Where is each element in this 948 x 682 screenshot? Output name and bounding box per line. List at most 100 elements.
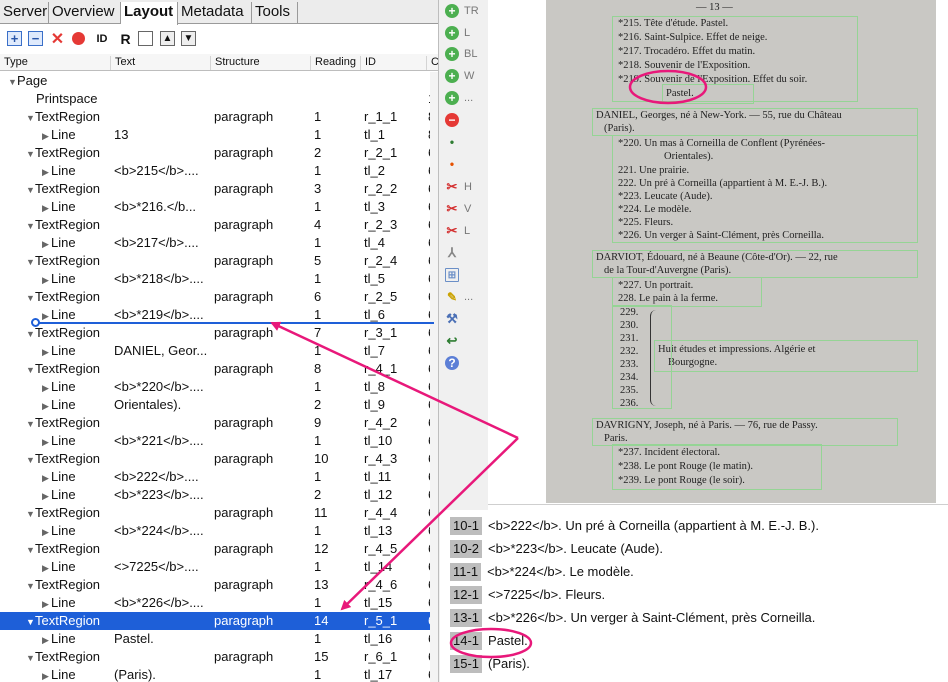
add-tool-0[interactable]: + TR (445, 2, 487, 20)
tree-row-line[interactable]: ▶LinePastel.1tl_166 (0, 630, 434, 649)
remove-icon[interactable] (71, 31, 86, 46)
collapsed-toggle-icon[interactable]: ▶ (42, 199, 51, 217)
tree-row-line[interactable]: ▶Line<b>*216.</b...1tl_36 (0, 198, 434, 217)
tree-row-line[interactable]: ▶Line<b>*218</b>....1tl_56 (0, 270, 434, 289)
region-box[interactable] (592, 418, 898, 446)
expanded-toggle-icon[interactable]: ▼ (26, 505, 35, 523)
col-type[interactable]: Type (0, 56, 110, 70)
tree-row-textregion[interactable]: ▼TextRegionparagraph15r_6_16 (0, 648, 434, 667)
tree-row-line[interactable]: ▶Line131tl_18 (0, 126, 434, 145)
add-point-tool-6[interactable]: • (445, 133, 487, 151)
move-up-icon[interactable]: ▲ (160, 31, 175, 46)
tree-row-line[interactable]: ▶Line<b>215</b>....1tl_26 (0, 162, 434, 181)
split-tool-10[interactable]: ✂ L (445, 222, 487, 240)
expanded-toggle-icon[interactable]: ▼ (26, 649, 35, 667)
transcription-line[interactable]: 15-1 (Paris). (450, 654, 530, 674)
collapsed-toggle-icon[interactable]: ▶ (42, 487, 51, 505)
tree-scrollbar[interactable] (430, 72, 438, 682)
add-tool-1[interactable]: + L (445, 24, 487, 42)
transcription-text[interactable]: (Paris). (488, 656, 530, 671)
tree-row-textregion[interactable]: ▼TextRegionparagraph1r_1_18 (0, 108, 434, 127)
tree-row-textregion[interactable]: ▼TextRegionparagraph14r_5_16 (0, 612, 434, 631)
tree-row-line[interactable]: ▶LineDANIEL, Geor...1tl_76 (0, 342, 434, 361)
collapsed-toggle-icon[interactable]: ▶ (42, 469, 51, 487)
transcription-text[interactable]: <b>*223</b>. Leucate (Aude). (488, 541, 663, 556)
tree-row-textregion[interactable]: ▼TextRegionparagraph10r_4_36 (0, 450, 434, 468)
region-box[interactable] (612, 277, 762, 307)
expand-all-icon[interactable]: + (7, 31, 22, 46)
tree-row-textregion[interactable]: ▼TextRegionparagraph5r_2_46 (0, 252, 434, 271)
collapsed-toggle-icon[interactable]: ▶ (42, 667, 51, 682)
add-tool-2[interactable]: + BL (445, 45, 487, 63)
delete-icon[interactable]: ✕ (50, 31, 65, 48)
collapsed-toggle-icon[interactable]: ▶ (42, 631, 51, 649)
tab-overview[interactable]: Overview (49, 2, 121, 24)
tree-row-textregion[interactable]: ▼TextRegionparagraph6r_2_56 (0, 288, 434, 306)
transcription-text[interactable]: <b>*226</b>. Un verger à Saint-Clément, … (488, 610, 815, 625)
transcription-text[interactable]: <b>222</b>. Un pré à Corneilla (appartie… (488, 518, 819, 533)
region-box[interactable] (592, 108, 918, 136)
region-box[interactable] (654, 340, 918, 372)
merge-tool-11[interactable]: ⅄ (445, 244, 487, 262)
collapsed-toggle-icon[interactable]: ▶ (42, 595, 51, 613)
remove-point-tool-7[interactable]: • (445, 155, 487, 173)
split-tool-8[interactable]: ✂ H (445, 178, 487, 196)
expanded-toggle-icon[interactable]: ▼ (26, 253, 35, 271)
collapsed-toggle-icon[interactable]: ▶ (42, 433, 51, 451)
tree-row-page[interactable]: ▼Page (0, 72, 432, 90)
collapsed-toggle-icon[interactable]: ▶ (42, 523, 51, 541)
region-box[interactable] (612, 444, 822, 490)
expanded-toggle-icon[interactable]: ▼ (26, 415, 35, 433)
tree-row-textregion[interactable]: ▼TextRegionparagraph13r_4_66 (0, 576, 434, 595)
tree-row-textregion[interactable]: ▼TextRegionparagraph2r_2_16 (0, 144, 434, 163)
transcription-line[interactable]: 10-2 <b>*223</b>. Leucate (Aude). (450, 539, 663, 559)
tree-row-textregion[interactable]: ▼TextRegionparagraph9r_4_26 (0, 414, 434, 433)
help-tool-16[interactable]: ? (445, 354, 487, 372)
region-box[interactable] (592, 250, 918, 278)
tree-row-textregion[interactable]: ▼TextRegionparagraph11r_4_46 (0, 504, 434, 523)
transcription-line[interactable]: 10-1 <b>222</b>. Un pré à Corneilla (appa… (450, 516, 819, 536)
tree-row-line[interactable]: ▶Line<b>*224</b>....1tl_136 (0, 522, 434, 541)
collapse-all-icon[interactable]: − (28, 31, 43, 46)
tree-row-textregion[interactable]: ▼TextRegionparagraph12r_4_56 (0, 540, 434, 559)
collapsed-toggle-icon[interactable]: ▶ (42, 163, 51, 181)
expanded-toggle-icon[interactable]: ▼ (26, 613, 35, 631)
expanded-toggle-icon[interactable]: ▼ (26, 541, 35, 559)
region-box[interactable] (612, 135, 918, 243)
tab-metadata[interactable]: Metadata (178, 2, 252, 24)
expanded-toggle-icon[interactable]: ▼ (26, 577, 35, 595)
transcription-text[interactable]: <b>*224</b>. Le modèle. (487, 564, 634, 579)
tree-row-textregion[interactable]: ▼TextRegionparagraph4r_2_36 (0, 216, 434, 235)
expanded-toggle-icon[interactable]: ▼ (26, 181, 35, 199)
split-tool-9[interactable]: ✂ V (445, 200, 487, 218)
expanded-toggle-icon[interactable]: ▼ (26, 145, 35, 163)
tree-row-printspace[interactable]: Printspace1 (0, 90, 434, 108)
tree-row-line[interactable]: ▶Line<b>*220</b>....1tl_86 (0, 378, 434, 396)
tree-row-line[interactable]: ▶Line(Paris).1tl_176 (0, 666, 434, 682)
tree-row-line[interactable]: ▶Line<>7225</b>....1tl_146 (0, 558, 434, 576)
tree-row-line[interactable]: ▶Line<b>*226</b>....1tl_156 (0, 594, 434, 613)
expanded-toggle-icon[interactable]: ▼ (26, 325, 35, 343)
layout-icon[interactable] (138, 31, 153, 46)
expanded-toggle-icon[interactable]: ▼ (26, 109, 35, 127)
transcription-line[interactable]: 12-1 <>7225</b>. Fleurs. (450, 585, 605, 605)
transcription-line[interactable]: 11-1 <b>*224</b>. Le modèle. (450, 562, 634, 582)
collapsed-toggle-icon[interactable]: ▶ (42, 343, 51, 361)
col-structure[interactable]: Structure (210, 56, 310, 70)
collapsed-toggle-icon[interactable]: ▶ (42, 271, 51, 289)
collapsed-toggle-icon[interactable]: ▶ (42, 235, 51, 253)
expanded-toggle-icon[interactable]: ▼ (26, 217, 35, 235)
edit-tool-13[interactable]: ✎... (445, 288, 487, 306)
transcription-line[interactable]: 13-1 <b>*226</b>. Un verger à Saint-Cléme… (450, 608, 815, 628)
tree-row-textregion[interactable]: ▼TextRegionparagraph3r_2_26 (0, 180, 434, 199)
remove-tool-5[interactable]: − (445, 111, 487, 129)
add-tool-3[interactable]: + W (445, 67, 487, 85)
col-text[interactable]: Text (110, 56, 210, 70)
collapsed-toggle-icon[interactable]: ▶ (42, 127, 51, 145)
tree-row-line[interactable]: ▶LineOrientales).2tl_96 (0, 396, 434, 414)
tree-row-textregion[interactable]: ▼TextRegionparagraph8r_4_16 (0, 360, 434, 378)
table-tool-12[interactable]: ⊞ (445, 266, 487, 284)
col-reading[interactable]: Reading (310, 56, 360, 70)
tree-row-line[interactable]: ▶Line<b>*221</b>....1tl_106 (0, 432, 434, 451)
region-box[interactable] (662, 84, 754, 104)
